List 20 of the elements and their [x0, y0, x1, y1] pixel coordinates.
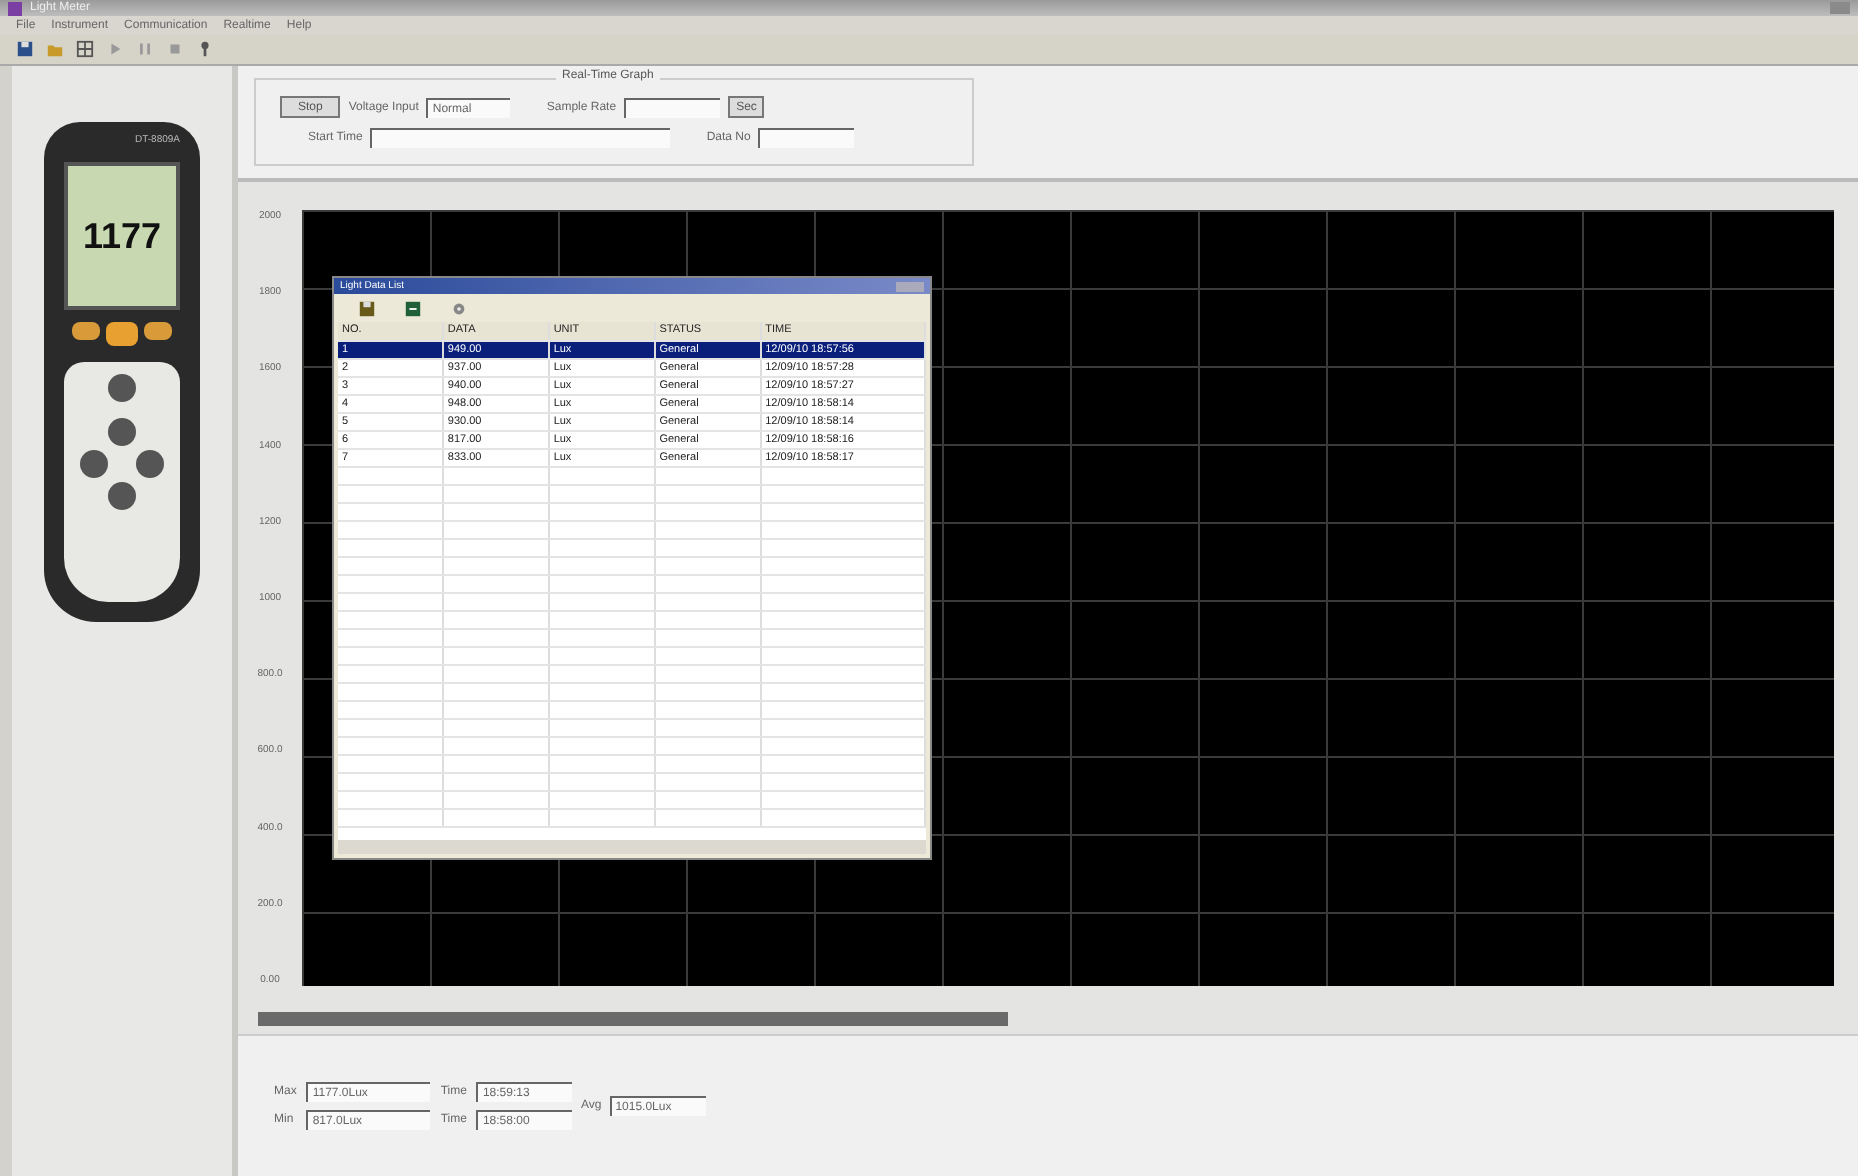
start-time-field[interactable]: [370, 128, 671, 148]
meter-reading: 1177: [82, 215, 162, 257]
export-icon[interactable]: [404, 299, 422, 317]
meter-key: [136, 450, 164, 478]
gear-icon[interactable]: [450, 299, 468, 317]
scroll-bar[interactable]: [338, 840, 926, 854]
save-icon[interactable]: [358, 299, 376, 317]
data-no-field[interactable]: [758, 128, 855, 148]
scroll-bar[interactable]: [258, 1011, 1008, 1025]
save-icon[interactable]: [16, 40, 34, 58]
app-icon: [8, 1, 22, 15]
grid-icon[interactable]: [76, 40, 94, 58]
meter-key: [72, 322, 100, 340]
meter-key: [106, 322, 138, 346]
sample-rate-field[interactable]: [624, 97, 721, 117]
meter-key: [144, 322, 172, 340]
meter-key: [108, 482, 136, 510]
meter-key: [80, 450, 108, 478]
meter-key: [108, 418, 136, 446]
meter-key: [108, 374, 136, 402]
